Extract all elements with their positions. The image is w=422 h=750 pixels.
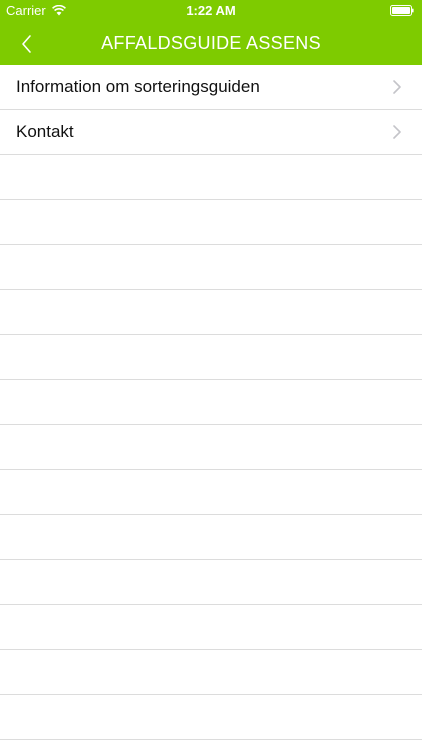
list-item-label: Information om sorteringsguiden [16,77,260,96]
status-time: 1:22 AM [186,3,236,18]
empty-row [0,560,422,605]
empty-row [0,470,422,515]
empty-row [0,515,422,560]
empty-row [0,425,422,470]
navigation-bar: AFFALDSGUIDE ASSENS [0,22,422,65]
status-bar: Carrier 1:22 AM [0,0,422,22]
empty-row [0,605,422,650]
list-item-information[interactable]: Information om sorteringsguiden [0,65,422,110]
list-item-label: Kontakt [16,122,74,141]
empty-row [0,335,422,380]
screen: Carrier 1:22 AM AFFALDSGUIDE ASSENS Info… [0,0,422,750]
top-bar: Carrier 1:22 AM AFFALDSGUIDE ASSENS [0,0,422,65]
empty-row [0,695,422,740]
empty-row [0,650,422,695]
battery-icon [390,5,414,16]
empty-row [0,200,422,245]
empty-row [0,380,422,425]
empty-row [0,245,422,290]
menu-list: Information om sorteringsguiden Kontakt [0,65,422,740]
empty-row [0,155,422,200]
empty-row [0,290,422,335]
chevron-right-icon [393,125,401,139]
list-item-kontakt[interactable]: Kontakt [0,110,422,155]
chevron-right-icon [393,80,401,94]
page-title: AFFALDSGUIDE ASSENS [101,33,321,53]
